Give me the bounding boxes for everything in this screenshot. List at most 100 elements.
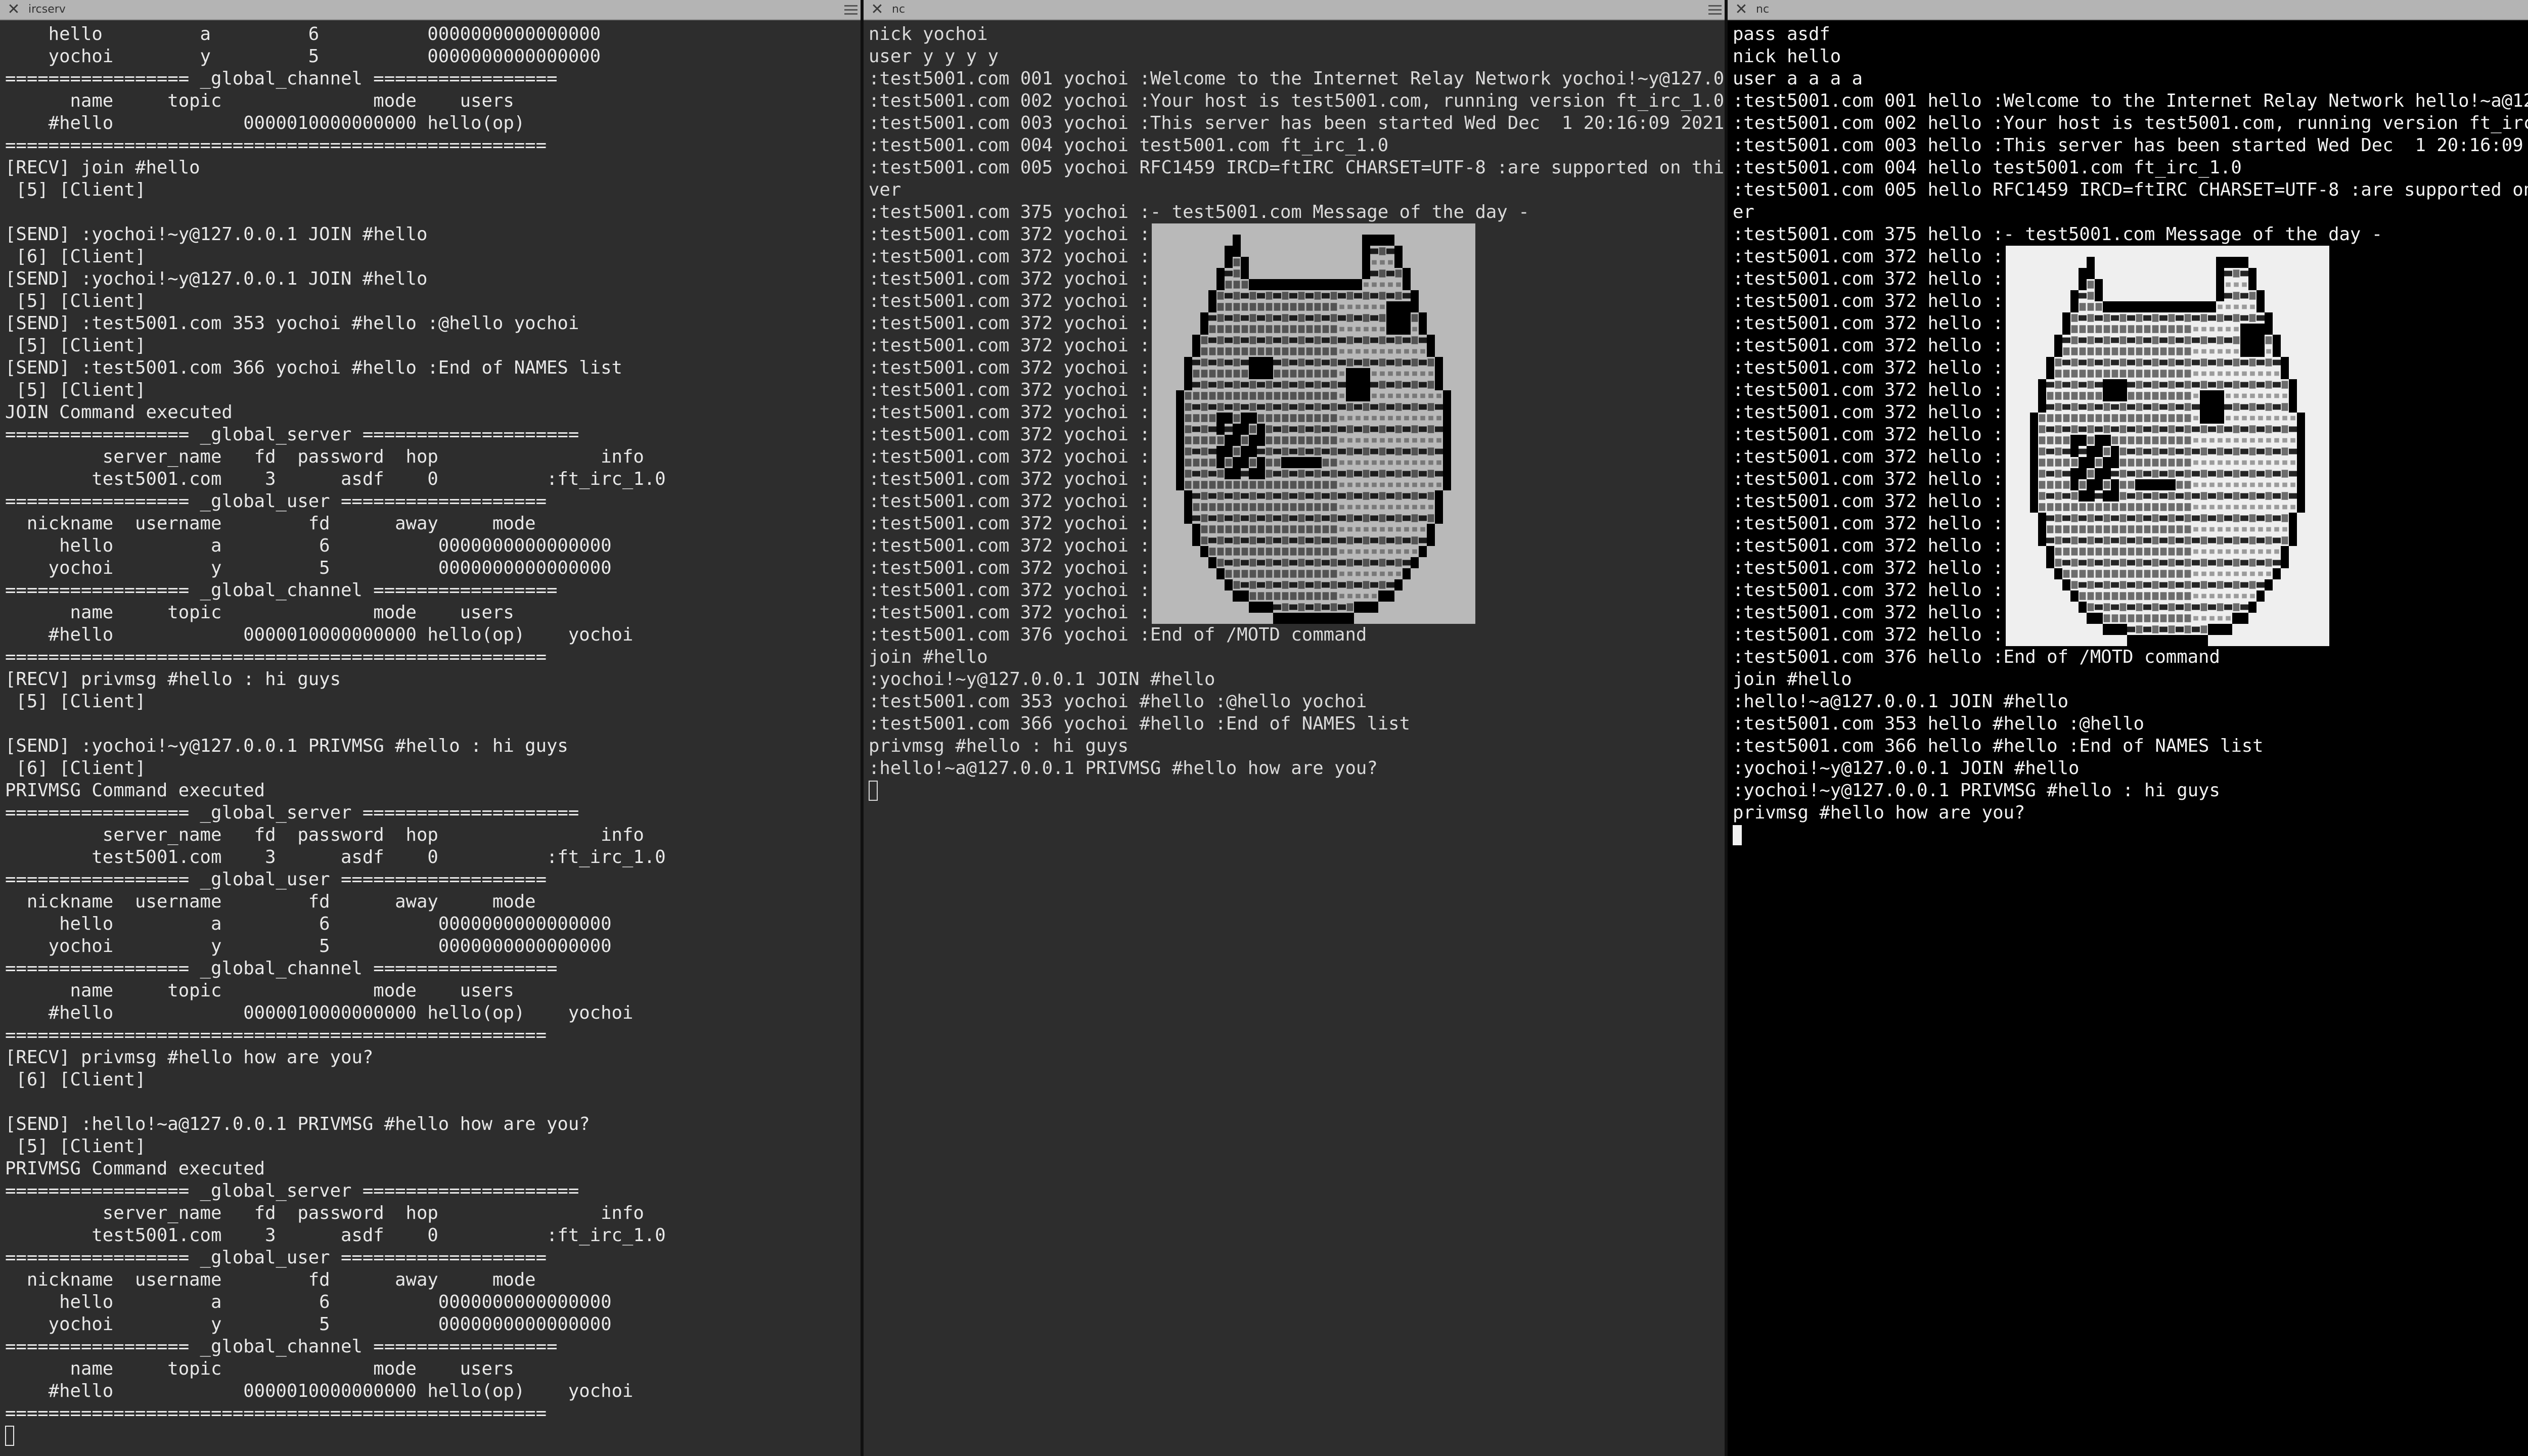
cat-pixel — [2062, 537, 2070, 543]
cat-pixel — [2208, 537, 2216, 543]
cat-pixel — [1322, 426, 1330, 432]
cat-pixel — [1289, 515, 1297, 521]
cat-pixel — [2242, 416, 2247, 421]
cat-pixel — [2201, 571, 2206, 576]
cat-pixel — [2209, 327, 2215, 332]
cat-pixel — [2224, 293, 2232, 299]
cat-pixel — [2144, 570, 2151, 578]
terminal-pane-ircserv[interactable]: ✕ ircserv hello a 6 0000000000000000 yoc… — [0, 0, 861, 1456]
cat-pixel — [2265, 536, 2272, 544]
cat-pixel — [1386, 448, 1394, 454]
cat-pixel — [1225, 468, 1233, 479]
cat-pixel — [2266, 371, 2271, 376]
hamburger-menu-icon[interactable] — [1708, 5, 1722, 15]
cat-pixel — [1249, 381, 1256, 389]
cat-pixel — [2136, 525, 2143, 533]
close-icon[interactable]: ✕ — [1733, 0, 1750, 19]
cat-pixel — [2281, 557, 2289, 568]
pane-title-bar[interactable]: ✕ nc — [864, 0, 1725, 20]
cat-pixel — [1370, 582, 1378, 588]
cat-pixel — [1435, 513, 1443, 524]
hamburger-menu-icon[interactable] — [844, 5, 857, 15]
cat-pixel — [1395, 514, 1402, 522]
cat-pixel — [1192, 448, 1200, 454]
cat-pixel — [1370, 382, 1378, 388]
cat-pixel — [2209, 594, 2215, 599]
cat-pixel — [2249, 536, 2256, 544]
cat-pixel — [1298, 592, 1305, 600]
terminal-pane-nc-hello[interactable]: ✕ nc pass asdf nick hello user a a a a:tes… — [1728, 0, 2528, 1456]
cat-pixel — [1330, 559, 1337, 567]
cat-pixel — [2184, 314, 2191, 322]
cat-pixel — [1266, 559, 1273, 567]
cat-pixel — [2242, 371, 2247, 376]
cat-pixel — [1395, 292, 1402, 300]
cat-pixel — [1314, 314, 1321, 322]
cat-pixel — [1330, 314, 1337, 322]
cat-pixel — [2226, 371, 2231, 376]
cat-pixel — [1176, 424, 1184, 435]
cat-pixel — [2103, 559, 2110, 567]
cat-pixel — [1282, 570, 1289, 578]
cat-pixel — [1403, 560, 1411, 566]
cat-pixel — [1217, 392, 1224, 400]
cat-pixel — [2136, 548, 2143, 556]
pane-title-bar[interactable]: ✕ ircserv — [0, 0, 861, 20]
cat-pixel — [1419, 471, 1427, 477]
cat-pixel — [2201, 327, 2206, 332]
cat-pixel — [1233, 358, 1240, 367]
cat-pixel — [2095, 604, 2103, 610]
cat-pixel — [1372, 327, 1377, 332]
cat-pixel — [1225, 570, 1232, 578]
cat-pixel — [1241, 436, 1248, 444]
cat-pixel — [2095, 515, 2103, 521]
cat-pixel — [2233, 581, 2240, 589]
cat-pixel — [1298, 570, 1305, 578]
terminal-line: :test5001.com 366 hello #hello :End of N… — [1733, 736, 2264, 756]
cat-pixel — [1339, 594, 1344, 599]
cat-pixel — [1241, 281, 1248, 289]
cat-pixel — [2143, 635, 2151, 646]
cat-pixel — [2249, 470, 2256, 478]
cat-pixel — [1347, 527, 1352, 532]
cat-pixel — [2184, 603, 2191, 611]
cat-pixel — [1185, 436, 1192, 444]
close-icon[interactable]: ✕ — [5, 0, 22, 19]
cat-pixel — [1192, 346, 1200, 357]
cat-pixel — [1249, 336, 1256, 344]
terminal-line: :yochoi!~y@127.0.0.1 JOIN #hello — [1733, 758, 2080, 779]
pane-title-bar[interactable]: ✕ nc — [1728, 0, 2528, 20]
terminal-output[interactable]: pass asdf nick hello user a a a a:test5001… — [1728, 20, 2528, 1456]
cat-pixel — [1298, 514, 1305, 522]
cat-pixel — [1362, 246, 1370, 257]
cat-pixel — [1314, 481, 1321, 489]
cat-pixel — [2119, 514, 2127, 522]
cat-pixel — [2119, 301, 2127, 312]
cat-pixel — [2111, 426, 2119, 432]
cat-pixel — [2168, 392, 2175, 400]
cat-pixel — [2103, 370, 2110, 378]
cat-pixel — [1274, 525, 1281, 533]
cat-pixel — [2136, 470, 2143, 478]
cat-pixel — [2128, 570, 2135, 578]
cat-pixel — [2240, 515, 2248, 521]
cat-pixel — [2240, 382, 2248, 388]
cat-pixel — [1225, 359, 1233, 366]
close-icon[interactable]: ✕ — [869, 0, 886, 19]
terminal-line: yochoi y 5 0000000000000000 — [5, 558, 612, 578]
cat-pixel — [2095, 525, 2102, 533]
cat-pixel — [2143, 479, 2151, 490]
cat-pixel — [2208, 624, 2216, 635]
cat-pixel — [1217, 325, 1224, 333]
cat-pixel — [2208, 560, 2216, 566]
cat-pixel — [2070, 468, 2079, 479]
cat-pixel — [1427, 425, 1434, 433]
terminal-output[interactable]: hello a 6 0000000000000000 yochoi y 5 00… — [0, 20, 861, 1456]
cat-pixel — [2144, 459, 2151, 467]
cat-pixel — [1225, 459, 1232, 467]
cat-pixel — [2289, 448, 2297, 454]
terminal-output[interactable]: nick yochoi user y y y y:test5001.com 001… — [864, 20, 1725, 1456]
cat-pixel — [1200, 324, 1208, 335]
terminal-line: yochoi y 5 0000000000000000 — [5, 936, 612, 957]
terminal-pane-nc-yochoi[interactable]: ✕ nc nick yochoi user y y y y:test5001.co… — [864, 0, 1725, 1456]
